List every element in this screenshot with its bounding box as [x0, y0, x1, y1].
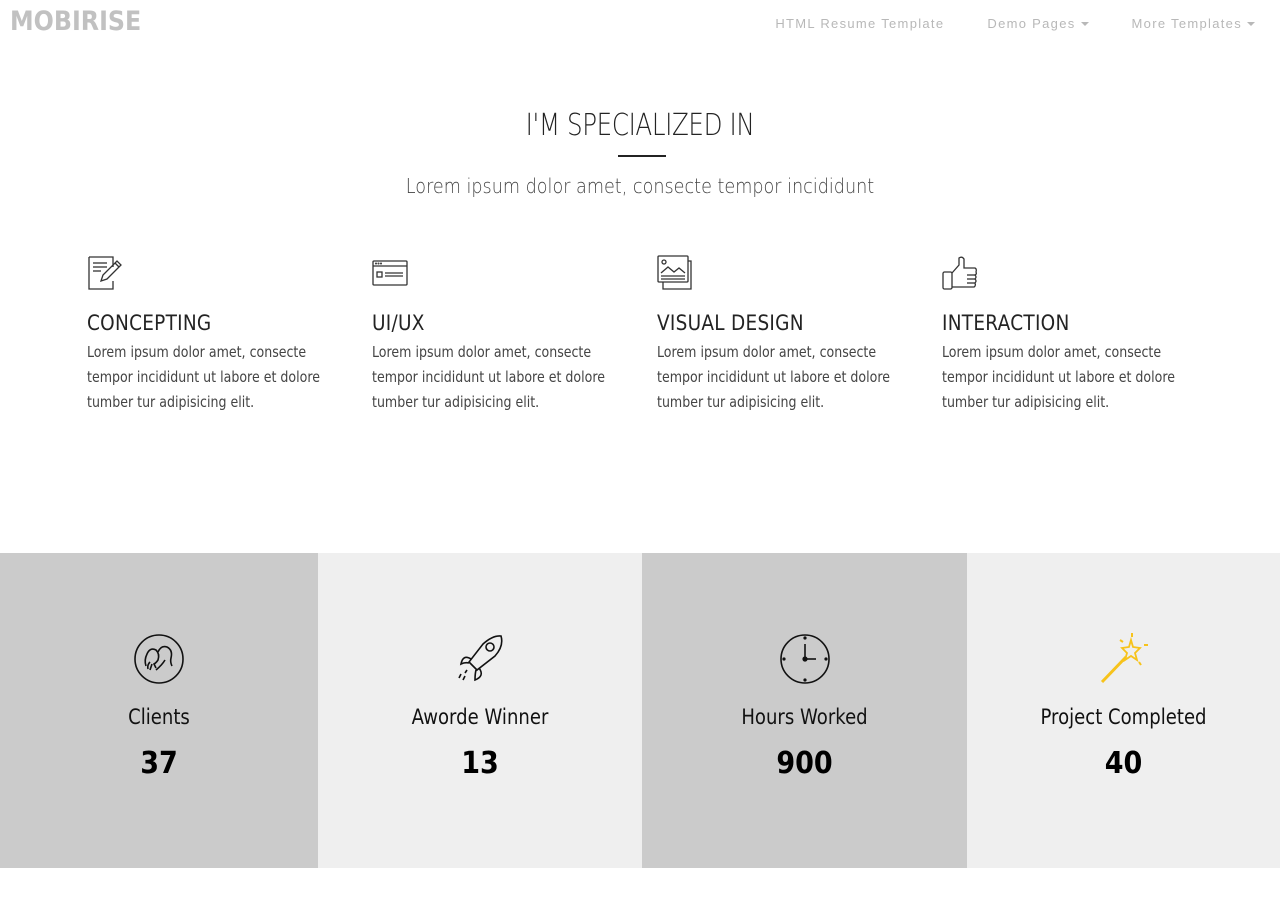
feature-title: CONCEPTING	[87, 311, 212, 335]
title-divider	[618, 155, 666, 157]
nav-link-more-templates[interactable]: More Templates	[1132, 16, 1255, 31]
thumbs-up-icon	[942, 256, 977, 290]
brand-logo[interactable]: MOBIRISE	[10, 6, 141, 37]
counter-award-winner: Aworde Winner 13	[318, 553, 642, 868]
counters-section: Clients 37 Aworde Winner 13 Hours Worked…	[0, 553, 1280, 868]
caret-down-icon	[1080, 22, 1089, 26]
caret-down-icon	[1247, 22, 1255, 26]
edit-document-icon	[88, 256, 122, 290]
feature-ui-ux: UI/UX Lorem ipsum dolor amet, consecte t…	[372, 255, 632, 415]
counter-project-completed: Project Completed 40	[967, 553, 1280, 868]
image-gallery-icon	[657, 255, 692, 290]
feature-title: VISUAL DESIGN	[657, 311, 804, 335]
counter-hours-worked: Hours Worked 900	[642, 553, 967, 868]
counter-value: 13	[461, 746, 499, 781]
counter-label: Clients	[128, 705, 190, 729]
users-icon	[134, 634, 184, 684]
feature-text: Lorem ipsum dolor amet, consecte tempor …	[87, 343, 320, 411]
counter-value: 37	[140, 746, 178, 781]
section-subtitle: Lorem ipsum dolor amet, consecte tempor …	[405, 174, 875, 198]
browser-window-icon	[372, 260, 408, 286]
feature-visual-design: VISUAL DESIGN Lorem ipsum dolor amet, co…	[657, 255, 917, 415]
counter-label: Project Completed	[1040, 705, 1207, 729]
feature-interaction: INTERACTION Lorem ipsum dolor amet, cons…	[942, 255, 1202, 415]
feature-text: Lorem ipsum dolor amet, consecte tempor …	[657, 343, 890, 411]
feature-title: INTERACTION	[942, 311, 1070, 335]
feature-title: UI/UX	[372, 311, 425, 335]
clock-icon	[779, 634, 830, 684]
counter-value: 900	[776, 746, 833, 781]
counter-label: Hours Worked	[741, 705, 868, 729]
rocket-icon	[458, 635, 503, 682]
nav-link-label: HTML Resume Template	[775, 16, 945, 31]
feature-concepting: CONCEPTING Lorem ipsum dolor amet, conse…	[87, 255, 347, 415]
nav-links: HTML Resume Template Demo Pages More Tem…	[732, 16, 1255, 31]
counter-label: Aworde Winner	[411, 705, 549, 729]
magic-wand-icon	[1100, 633, 1148, 684]
counter-value: 40	[1104, 746, 1143, 781]
nav-link-html-resume-template[interactable]: HTML Resume Template	[775, 16, 944, 31]
nav-link-label: Demo Pages	[987, 16, 1076, 31]
section-title: I'M SPECIALIZED IN	[525, 108, 755, 143]
nav-link-demo-pages[interactable]: Demo Pages	[987, 16, 1089, 31]
feature-text: Lorem ipsum dolor amet, consecte tempor …	[942, 343, 1175, 411]
counter-clients: Clients 37	[0, 553, 318, 868]
nav-link-label: More Templates	[1131, 16, 1242, 31]
feature-text: Lorem ipsum dolor amet, consecte tempor …	[372, 343, 605, 411]
navbar: MOBIRISE HTML Resume Template Demo Pages…	[0, 0, 1280, 50]
